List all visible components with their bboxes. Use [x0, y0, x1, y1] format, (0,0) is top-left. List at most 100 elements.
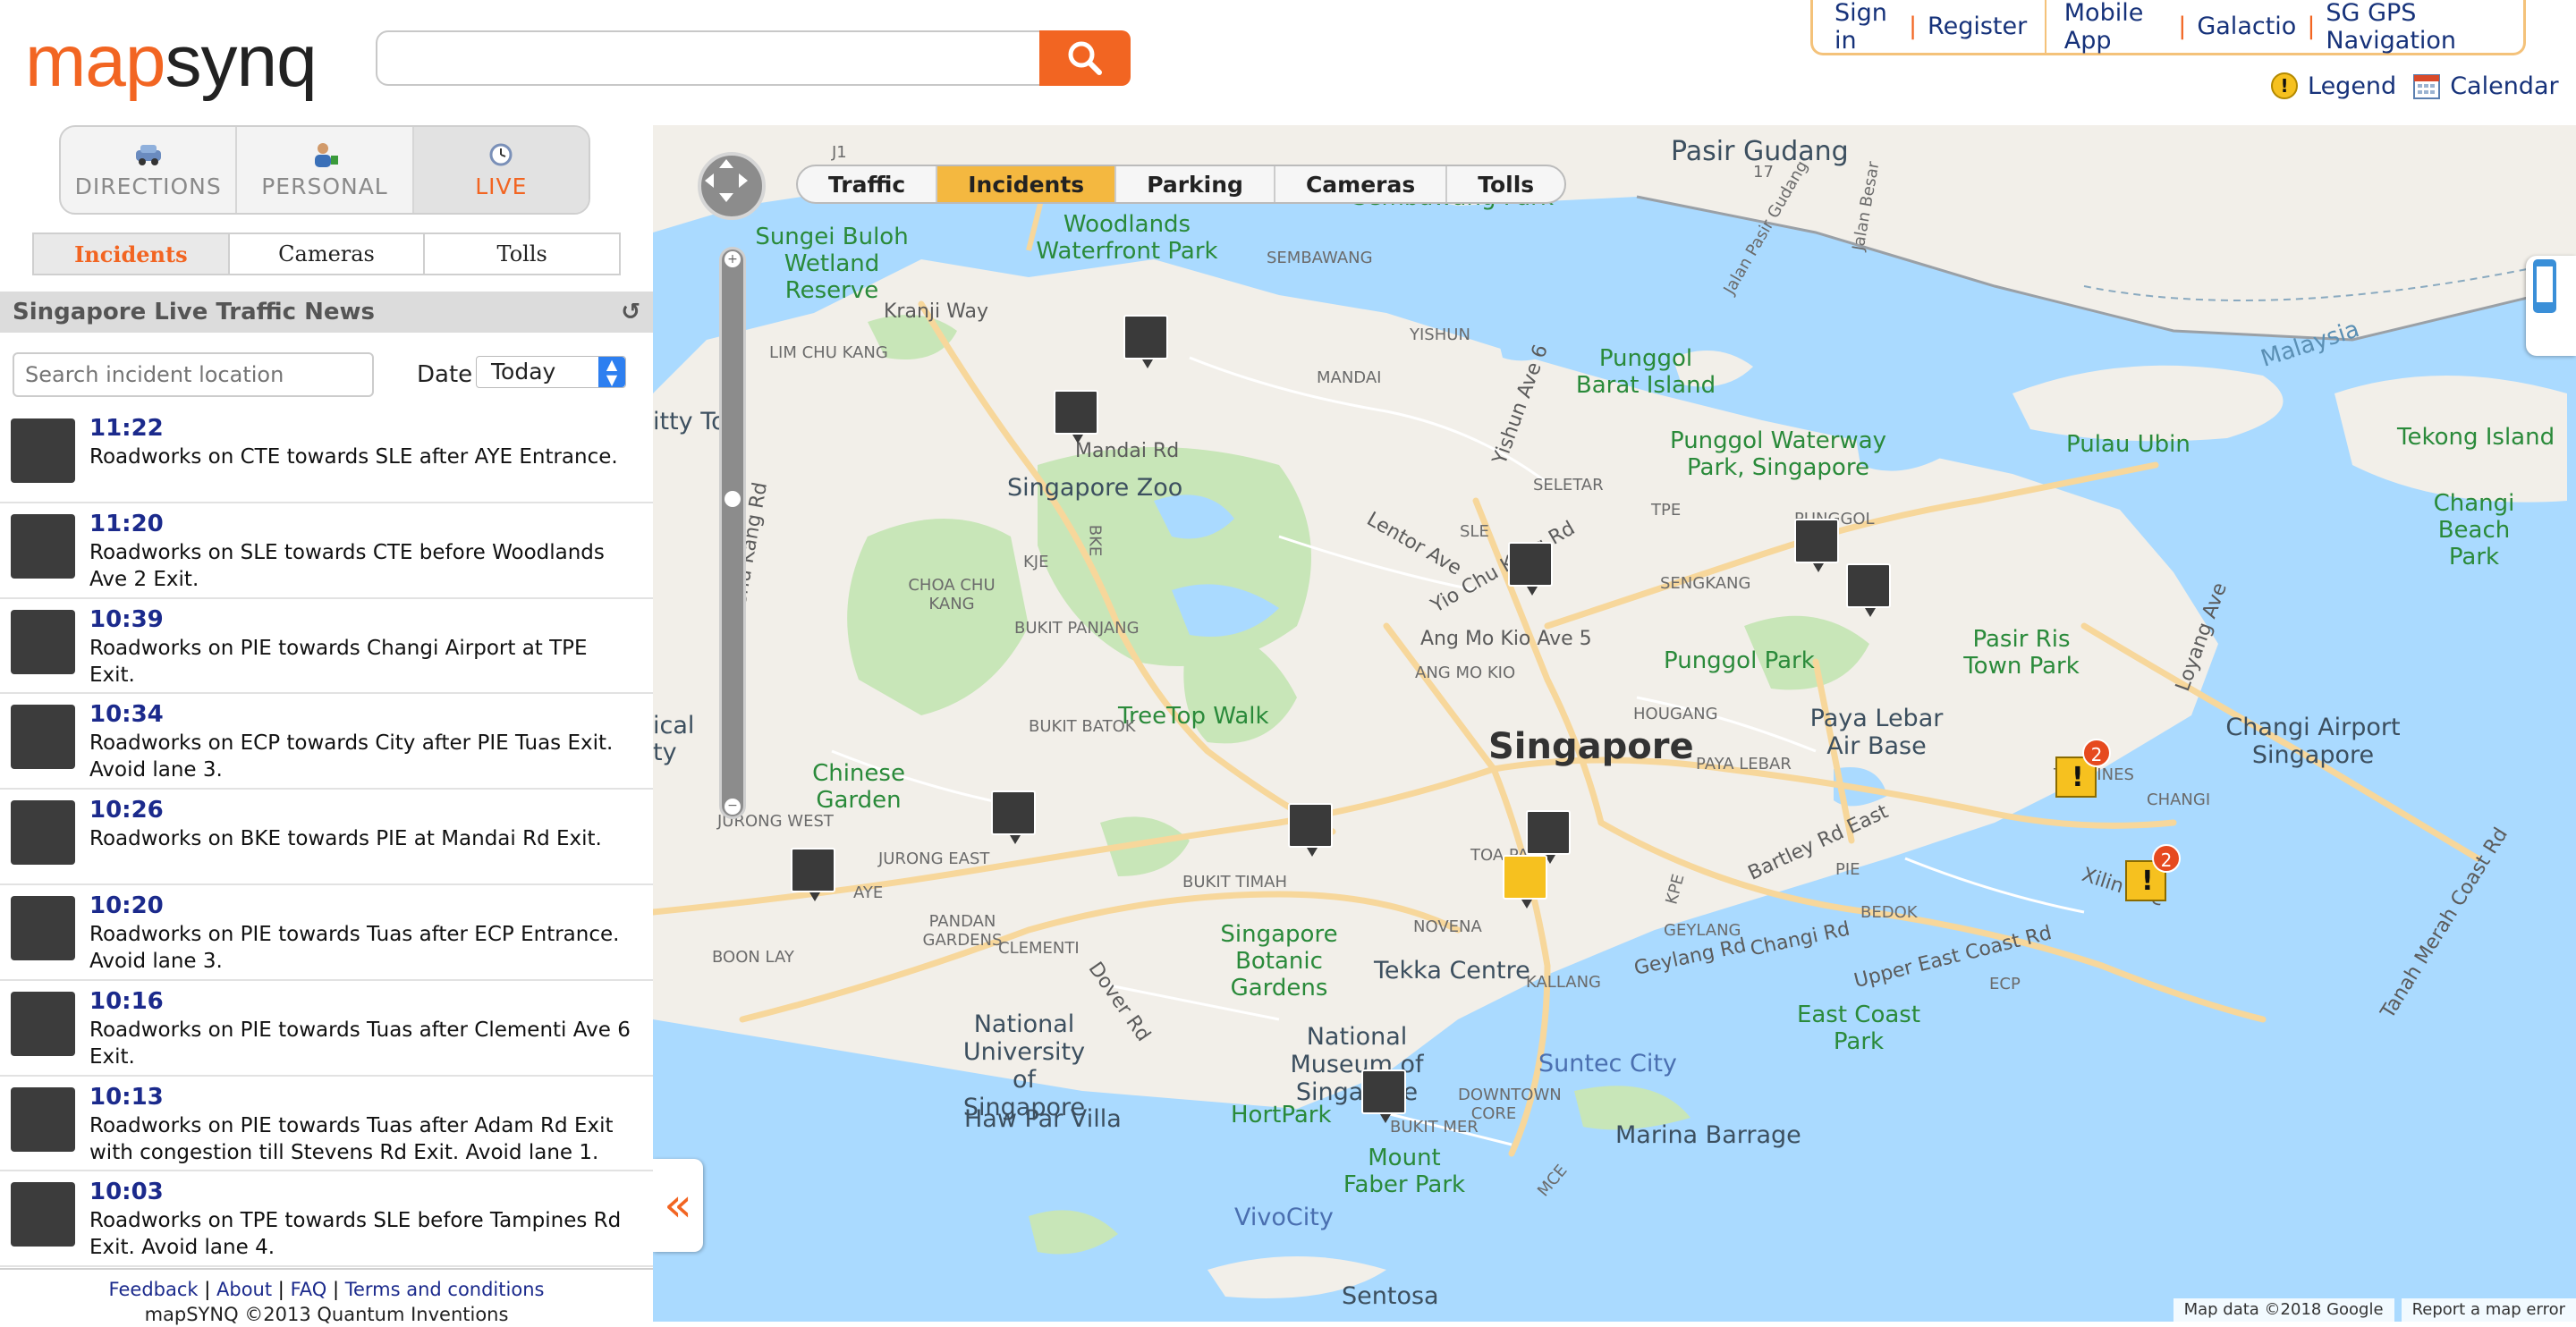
zoom-in-icon[interactable]: + [724, 251, 741, 267]
roadworks-marker-icon[interactable] [991, 790, 1036, 844]
zoom-handle[interactable] [724, 491, 741, 507]
roadworks-marker-icon[interactable] [1054, 390, 1098, 444]
calendar-icon [2413, 74, 2441, 99]
tab-directions[interactable]: DIRECTIONS [61, 127, 238, 213]
incident-item[interactable]: 10:26 Roadworks on BKE towards PIE at Man… [0, 790, 653, 885]
mobile-app-link[interactable]: Mobile App [2064, 0, 2167, 55]
search-bar [376, 30, 1131, 86]
roadworks-marker-icon[interactable] [1508, 542, 1553, 596]
divider [2045, 0, 2046, 55]
roadworks-icon [11, 705, 75, 770]
collapse-sidebar-button[interactable]: « [653, 1159, 703, 1252]
register-link[interactable]: Register [1928, 13, 2027, 40]
incident-filters: Date Today ▲▼ [0, 349, 653, 399]
layer-tab-cameras[interactable]: Cameras [1275, 166, 1448, 202]
report-map-error-link[interactable]: Report a map error [2401, 1298, 2576, 1322]
refresh-icon[interactable]: ↺ [621, 299, 640, 325]
accident-marker-icon[interactable] [1503, 855, 1547, 909]
incident-item[interactable]: 10:03 Roadworks on TPE towards SLE before… [0, 1171, 653, 1268]
map-label-paya-lebar-area: PAYA LEBAR [1696, 755, 1792, 773]
header: mapsynq Sign in | Register Mobile App | … [0, 0, 2576, 125]
incident-search-input[interactable] [13, 352, 374, 397]
map-label-marina-barrage: Marina Barrage [1615, 1121, 1801, 1149]
roadworks-icon [11, 609, 75, 674]
incident-time: 10:16 [89, 987, 164, 1015]
roadworks-marker-icon[interactable] [1846, 563, 1891, 617]
tab-personal[interactable]: PERSONAL [237, 127, 414, 213]
search-input[interactable] [376, 30, 1041, 86]
incident-item[interactable]: 10:39 Roadworks on PIE towards Changi Air… [0, 599, 653, 695]
map-label-haw-par: Haw Par Villa [964, 1105, 1122, 1133]
map-label-sungei-buloh: Sungei Buloh Wetland Reserve [755, 224, 909, 304]
search-button[interactable] [1039, 30, 1131, 86]
map-label-hougang: HOUGANG [1633, 705, 1718, 723]
map-label-botanic: Singapore Botanic Gardens [1220, 921, 1338, 1002]
map-label-changi: CHANGI [2147, 790, 2211, 809]
roadworks-marker-icon[interactable] [1794, 519, 1839, 572]
sidebar: DIRECTIONS PERSONAL LIVE Incidents Camer… [0, 125, 653, 1325]
layer-tab-incidents[interactable]: Incidents [937, 166, 1117, 202]
terms-link[interactable]: Terms and conditions [345, 1279, 545, 1300]
map-label-punggol-park: Punggol Park [1664, 647, 1815, 674]
incident-desc: Roadworks on BKE towards PIE at Mandai R… [89, 827, 602, 851]
map-label-changi-beach: Changi Beach Park [2433, 490, 2515, 571]
incident-item[interactable]: 10:13 Roadworks on PIE towards Tuas after… [0, 1077, 653, 1172]
roadworks-icon [11, 1086, 75, 1152]
map-data-credit: Map data ©2018 Google [2173, 1298, 2394, 1322]
date-select[interactable]: Today ▲ ▼ [476, 356, 626, 388]
pan-control[interactable] [698, 152, 766, 220]
zoom-slider[interactable]: + − [719, 247, 746, 819]
roadworks-marker-icon[interactable] [791, 848, 835, 901]
map-layer-tabs: Traffic Incidents Parking Cameras Tolls [796, 165, 1567, 204]
mobile-app-button[interactable] [2526, 256, 2576, 356]
sign-in-link[interactable]: Sign in [1835, 0, 1898, 55]
map-label-bukit-batok: BUKIT BATOK [1029, 717, 1136, 736]
tab-label: PERSONAL [261, 173, 388, 199]
link-separator: | [2307, 13, 2316, 40]
footer-separator: | [277, 1279, 284, 1300]
map-label-mandai: MANDAI [1317, 368, 1382, 387]
warning-icon: ! [2271, 72, 2298, 99]
map-label-pasir-ris: Pasir Ris Town Park [1963, 626, 2080, 680]
phone-icon [2533, 259, 2556, 313]
map-label-treetop: TreeTop Walk [1118, 703, 1269, 730]
subtab-cameras[interactable]: Cameras [230, 234, 426, 274]
roadworks-marker-icon[interactable] [1288, 803, 1333, 857]
map-label-bukit-timah: BUKIT TIMAH [1182, 873, 1288, 892]
subtab-tolls[interactable]: Tolls [425, 234, 619, 274]
car-icon [135, 144, 161, 165]
mode-tabs: DIRECTIONS PERSONAL LIVE [59, 125, 590, 215]
map-label-kallang: KALLANG [1526, 973, 1601, 992]
mapsynq-logo[interactable]: mapsynq [25, 21, 318, 102]
roadworks-marker-icon[interactable] [1123, 315, 1168, 368]
incident-desc: Roadworks on ECP towards City after PIE … [89, 731, 614, 782]
sg-gps-link[interactable]: SG GPS Navigation [2326, 0, 2502, 55]
roadworks-marker-icon[interactable] [1526, 810, 1571, 864]
layer-tab-parking[interactable]: Parking [1116, 166, 1275, 202]
galactio-link[interactable]: Galactio [2197, 13, 2296, 40]
zoom-out-icon[interactable]: − [724, 799, 741, 815]
about-link[interactable]: About [216, 1279, 272, 1300]
incident-item[interactable]: 10:20 Roadworks on PIE towards Tuas after… [0, 885, 653, 981]
feedback-link[interactable]: Feedback [109, 1279, 199, 1300]
subtab-incidents[interactable]: Incidents [34, 234, 230, 274]
map-label-paya-lebar: Paya Lebar Air Base [1809, 705, 1944, 760]
legend-link[interactable]: ! Legend [2270, 72, 2396, 100]
incident-item[interactable]: 11:20 Roadworks on SLE towards CTE before… [0, 503, 653, 599]
person-icon [314, 142, 338, 167]
legend-calendar-row: ! Legend Calendar [2254, 66, 2559, 106]
incident-item[interactable]: 10:16 Roadworks on PIE towards Tuas after… [0, 981, 653, 1077]
incident-item[interactable]: 10:34 Roadworks on ECP towards City after… [0, 694, 653, 790]
calendar-link[interactable]: Calendar [2412, 72, 2559, 100]
layer-tab-traffic[interactable]: Traffic [798, 166, 938, 202]
tab-live[interactable]: LIVE [413, 127, 589, 213]
map-canvas[interactable]: Singapore Pasir Gudang Woodlands Waterfr… [653, 125, 2576, 1322]
footer: Feedback | About | FAQ | Terms and condi… [0, 1268, 653, 1325]
roadworks-marker-icon[interactable] [1361, 1069, 1406, 1123]
map-label-boon-lay: BOON LAY [712, 948, 794, 967]
incident-time: 10:39 [89, 605, 164, 633]
map-label-pulau-ubin: Pulau Ubin [2066, 431, 2190, 458]
faq-link[interactable]: FAQ [291, 1279, 327, 1300]
layer-tab-tolls[interactable]: Tolls [1447, 166, 1564, 202]
incident-item[interactable]: 11:22 Roadworks on CTE towards SLE after … [0, 408, 653, 503]
